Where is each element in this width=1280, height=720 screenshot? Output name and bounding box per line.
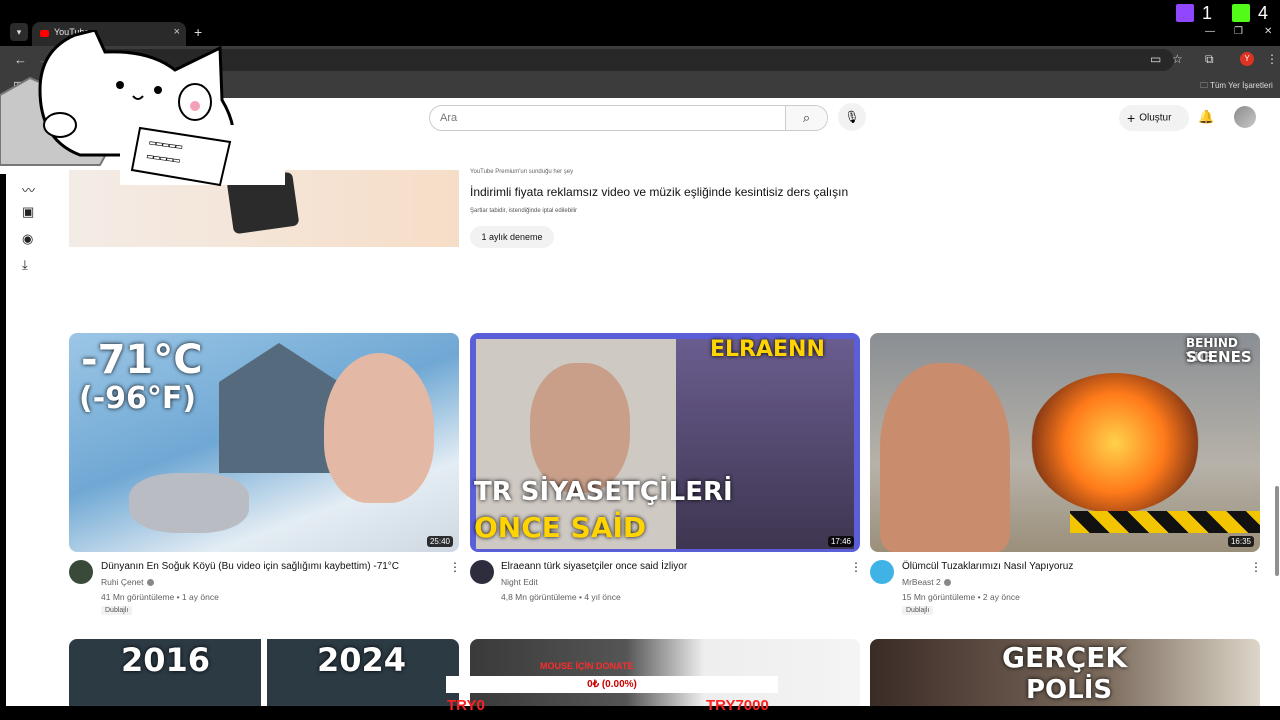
thumb-title-2: (-96°F) <box>79 381 197 416</box>
your-channel-icon[interactable]: ◉ <box>22 231 33 247</box>
channel-name-text: MrBeast 2 <box>902 577 941 587</box>
video-duration: 25:40 <box>426 536 453 547</box>
dubbed-badge: Dublajlı <box>101 606 133 615</box>
thumb-year-1: 2016 <box>121 641 211 679</box>
verified-icon <box>943 579 951 587</box>
donate-max: TRY7000 <box>706 697 769 714</box>
bottom-border <box>0 706 1280 720</box>
bongo-cat-overlay: ▭▭▭▭▭ ▭▭▭▭▭ <box>0 30 285 187</box>
promo-trial-button[interactable]: 1 aylık deneme <box>470 226 554 248</box>
thumb-title-3: ELRAENN <box>710 337 825 362</box>
donate-progress-bar: 0₺ (0.00%) <box>446 676 778 693</box>
search-icon[interactable]: ⌕ <box>785 106 827 130</box>
video-thumbnail[interactable]: 2016 2024 <box>69 639 459 706</box>
downloads-icon[interactable]: ⤓ <box>22 257 28 273</box>
kick-count: 4 <box>1258 3 1269 23</box>
thumb-barrier <box>1070 511 1260 533</box>
more-actions-icon[interactable]: ⋮ <box>449 560 461 574</box>
video-thumbnail[interactable]: GERÇEK POLİS <box>870 639 1260 706</box>
video-title[interactable]: Dünyanın En Soğuk Köyü (Bu video için sa… <box>101 561 441 572</box>
notifications-bell-icon[interactable]: 🔔 <box>1198 109 1214 125</box>
microphone-icon[interactable]: 🎙 <box>838 103 866 131</box>
extensions-icon[interactable]: ⧉ <box>1205 52 1214 67</box>
channel-name[interactable]: Night Edit <box>501 577 538 587</box>
thumb-year-2: 2024 <box>317 641 407 679</box>
thumb-title-2: ONCE SAİD <box>474 511 647 544</box>
donate-min: TRY0 <box>447 697 485 714</box>
restore-icon[interactable]: ❐ <box>1234 26 1243 37</box>
search-input[interactable]: Ara <box>440 112 457 124</box>
thumb-explosion <box>1030 373 1200 513</box>
create-button[interactable]: + Oluştur <box>1119 105 1189 131</box>
video-thumbnail[interactable]: ELRAENN TR SİYASETÇİLERİ ONCE SAİD 17:46 <box>470 333 860 552</box>
profile-avatar[interactable]: Y <box>1240 52 1254 66</box>
channel-avatar[interactable] <box>470 560 494 584</box>
twitch-icon <box>1176 4 1194 22</box>
twitch-count: 1 <box>1202 3 1213 23</box>
video-thumbnail[interactable]: BEHIND THE SCENES 16:35 <box>870 333 1260 552</box>
close-window-icon[interactable]: ✕ <box>1264 26 1272 37</box>
cast-icon[interactable]: ▭ <box>1150 52 1161 66</box>
user-avatar[interactable] <box>1234 106 1256 128</box>
thumb-divider <box>261 639 267 706</box>
thumb-person <box>880 363 1010 552</box>
channel-avatar[interactable] <box>870 560 894 584</box>
thumb-title-2: POLİS <box>1026 675 1113 705</box>
more-actions-icon[interactable]: ⋮ <box>1250 560 1262 574</box>
bookmark-star-icon[interactable]: ☆ <box>1172 52 1183 66</box>
minimize-icon[interactable]: — <box>1205 26 1215 37</box>
thumb-cabin <box>219 343 339 473</box>
thumb-title-1: TR SİYASETÇİLERİ <box>474 477 733 507</box>
thumb-streamers <box>676 339 854 549</box>
scrollbar-thumb[interactable] <box>1275 486 1279 576</box>
verified-icon <box>146 579 154 587</box>
video-meta: 15 Mn görüntüleme • 2 ay önce <box>902 592 1020 602</box>
video-title[interactable]: Ölümcül Tuzaklarımızı Nasıl Yapıyoruz <box>902 561 1242 572</box>
menu-dots-icon[interactable]: ⋮ <box>1266 52 1278 66</box>
kick-icon <box>1232 4 1250 22</box>
thumb-face <box>530 363 630 493</box>
your-videos-icon[interactable]: ▣ <box>22 204 34 220</box>
donate-label: MOUSE İÇİN DONATE <box>540 661 634 671</box>
all-bookmarks[interactable]: 🗀 Tüm Yer İşaretleri <box>1200 80 1273 94</box>
promo-title[interactable]: İndirimli fiyata reklamsız video ve müzi… <box>470 185 848 199</box>
thumb-title-1: GERÇEK <box>1002 641 1128 674</box>
cat-eye-right <box>154 86 162 94</box>
more-actions-icon[interactable]: ⋮ <box>850 560 862 574</box>
cat-left-paw <box>43 112 77 138</box>
video-meta: 41 Mn görüntüleme • 1 ay önce <box>101 592 219 602</box>
video-thumbnail[interactable]: -71°C (-96°F) 25:40 <box>69 333 459 552</box>
channel-name[interactable]: Ruhi Çenet <box>101 577 154 587</box>
thumb-person <box>324 353 434 503</box>
cat-eye-left <box>116 81 124 89</box>
create-label: Oluştur <box>1139 112 1172 124</box>
thumb-title-1: -71°C <box>81 337 203 383</box>
channel-name-text: Ruhi Çenet <box>101 577 144 587</box>
video-meta: 4,8 Mn görüntüleme • 4 yıl önce <box>501 592 621 602</box>
thumb-wolf <box>129 473 249 533</box>
channel-name[interactable]: MrBeast 2 <box>902 577 951 587</box>
dubbed-badge: Dublajlı <box>902 606 934 615</box>
promo-terms: Şartlar tabidir, istendiğinde iptal edil… <box>470 208 578 214</box>
cat-paw-pad <box>190 101 200 111</box>
video-title[interactable]: Elraeann türk siyasetçiler once said İzl… <box>501 561 841 572</box>
left-border <box>0 174 6 720</box>
video-duration: 17:46 <box>827 536 854 547</box>
video-duration: 16:35 <box>1227 536 1254 547</box>
channel-avatar[interactable] <box>69 560 93 584</box>
search-box[interactable]: Ara ⌕ <box>429 105 828 131</box>
all-bookmarks-label: Tüm Yer İşaretleri <box>1210 81 1273 90</box>
promo-tagline: YouTube Premium'un sunduğu her şey <box>470 169 574 175</box>
plus-icon: + <box>1127 110 1136 126</box>
video-thumbnail[interactable] <box>470 639 860 706</box>
thumb-title-2: SCENES <box>1186 348 1252 366</box>
